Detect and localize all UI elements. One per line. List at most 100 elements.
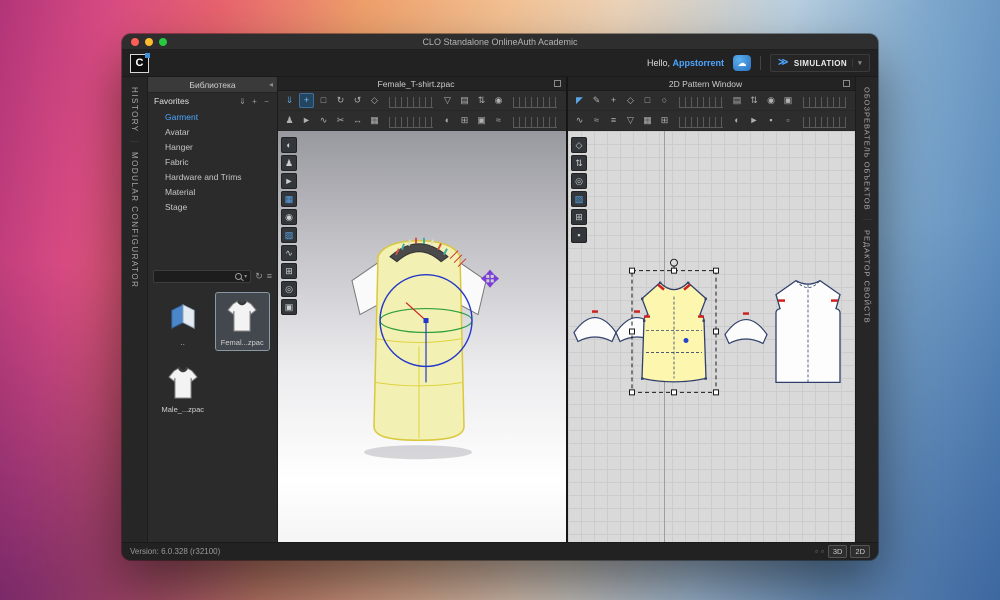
tool-dart[interactable]: ▤ (730, 93, 745, 108)
popout-icon[interactable] (843, 80, 850, 87)
tool-fold[interactable]: ▤ (457, 93, 472, 108)
toggle-stitch-icon[interactable]: ∿ (281, 245, 297, 261)
tool-colorway[interactable]: ◐ (730, 113, 745, 128)
file-male-tshirt-zpac[interactable]: Male_...zpac (156, 360, 210, 417)
tool-annotation[interactable]: ▫ (781, 113, 796, 128)
tab-3d-window[interactable]: Female_T-shirt.zpac (278, 79, 554, 89)
tool-grading[interactable]: ⊞ (657, 113, 672, 128)
tool-edit-pattern[interactable]: ✎ (589, 93, 604, 108)
toggle-pin-icon[interactable]: ◉ (281, 209, 297, 225)
tool-simulate[interactable]: ⇓ (282, 93, 297, 108)
file-parent-folder[interactable]: .. (156, 293, 210, 350)
toggle-fabric-icon[interactable]: ▨ (281, 227, 297, 243)
tool-marquee-select[interactable]: □ (316, 93, 331, 108)
3d-viewport[interactable]: ◐ ♟ ► ▦ ◉ ▨ ∿ ⊞ ◎ ▣ (278, 131, 566, 542)
tool-grid[interactable]: ⊞ (457, 113, 472, 128)
library-item-avatar[interactable]: Avatar (165, 124, 277, 139)
add-to-library-icon[interactable]: ⇓ (238, 97, 247, 106)
tool-segment-sew[interactable]: ∿ (572, 113, 587, 128)
simulation-button[interactable]: ≫ SIMULATION ▾ (770, 54, 870, 72)
library-item-garment[interactable]: Garment (165, 109, 277, 124)
tool-transform-pattern[interactable]: ◤ (572, 93, 587, 108)
tool-avatar-pose[interactable]: ♟ (282, 113, 297, 128)
toggle-avatar-icon[interactable]: ♟ (281, 155, 297, 171)
close-button[interactable] (131, 38, 139, 46)
zoom-button[interactable] (159, 38, 167, 46)
cloud-sync-button[interactable]: ☁ (733, 55, 751, 71)
tool-scissors[interactable]: ✂ (333, 113, 348, 128)
tool-notch[interactable]: ◉ (764, 93, 779, 108)
tool-circle[interactable]: ○ (657, 93, 672, 108)
tool-print-layout[interactable]: ▪ (764, 113, 779, 128)
view-3d-button[interactable]: 3D (828, 545, 848, 558)
toggle-annotation-icon[interactable]: ◎ (571, 173, 587, 189)
fullscreen-icon[interactable]: ▫ (821, 548, 824, 556)
view-mode-icon[interactable]: ≡ (267, 272, 272, 281)
toggle-texture-2d-icon[interactable]: ▨ (571, 191, 587, 207)
collapse-all-icon[interactable]: − (262, 97, 271, 106)
tool-pleat[interactable]: ▽ (623, 113, 638, 128)
tab-history[interactable]: HISTORY (130, 77, 139, 141)
tab-modular-configurator[interactable]: MODULAR CONFIGURATOR (130, 141, 139, 296)
toggle-grainline-icon[interactable]: ⇅ (571, 155, 587, 171)
tool-reset-view[interactable]: ↺ (350, 93, 365, 108)
tool-select-move[interactable]: + (299, 93, 314, 108)
toggle-lock-2d-icon[interactable]: ▪ (571, 227, 587, 243)
panel-layout-icon[interactable]: ▫ (815, 548, 818, 556)
tool-rectangle[interactable]: □ (640, 93, 655, 108)
toggle-pattern-outline-icon[interactable]: ◇ (571, 137, 587, 153)
tool-play[interactable]: ► (299, 113, 314, 128)
tool-sync[interactable]: ► (747, 113, 762, 128)
toggle-mesh-icon[interactable]: ▦ (281, 191, 297, 207)
2d-viewport[interactable]: ◇ ⇅ ◎ ▨ ⊞ ▪ (568, 131, 855, 542)
toggle-scene-light-icon[interactable]: ◐ (281, 137, 297, 153)
minimize-button[interactable] (145, 38, 153, 46)
tab-property-editor[interactable]: РЕДАКТОР СВОЙСТВ (863, 219, 872, 332)
tool-measure[interactable]: ↔ (350, 113, 365, 128)
ruler (513, 117, 557, 128)
toggle-grid-icon[interactable]: ⊞ (281, 263, 297, 279)
titlebar[interactable]: CLO Standalone OnlineAuth Academic (122, 34, 878, 50)
tool-baseline[interactable]: ▣ (781, 93, 796, 108)
tool-sewing[interactable]: ∿ (316, 113, 331, 128)
toggle-grid-2d-icon[interactable]: ⊞ (571, 209, 587, 225)
tool-gizmo[interactable]: ◇ (367, 93, 382, 108)
clo-logo-dot (145, 53, 150, 58)
refresh-icon[interactable]: ↻ (255, 272, 263, 281)
library-item-stage[interactable]: Stage (165, 199, 277, 214)
tool-move-updown[interactable]: ⇅ (474, 93, 489, 108)
tool-trace[interactable]: ⇅ (747, 93, 762, 108)
toggle-arrangement-icon[interactable]: ► (281, 173, 297, 189)
library-item-favorites[interactable]: Favorites (154, 96, 189, 106)
tool-flatten[interactable]: ▦ (367, 113, 382, 128)
search-filter-caret-icon[interactable]: ▾ (244, 273, 247, 280)
tool-wind[interactable]: ≈ (491, 113, 506, 128)
tool-layer[interactable]: ▣ (474, 113, 489, 128)
tool-polygon[interactable]: ◇ (623, 93, 638, 108)
pattern-back (776, 281, 840, 383)
tool-texture[interactable]: ▦ (640, 113, 655, 128)
tool-render[interactable]: ◐ (440, 113, 455, 128)
view-2d-button[interactable]: 2D (850, 545, 870, 558)
library-item-hanger[interactable]: Hanger (165, 139, 277, 154)
toggle-world-icon[interactable]: ◎ (281, 281, 297, 297)
tool-seam-list[interactable]: ≡ (606, 113, 621, 128)
popout-icon[interactable] (554, 80, 561, 87)
tool-focus[interactable]: ◉ (491, 93, 506, 108)
toggle-layer-icon[interactable]: ▣ (281, 299, 297, 315)
tab-2d-window[interactable]: 2D Pattern Window (568, 79, 843, 89)
add-folder-icon[interactable]: + (250, 97, 259, 106)
tool-add-point[interactable]: + (606, 93, 621, 108)
username-link[interactable]: Appstorrent (673, 58, 725, 68)
tool-free-sew[interactable]: ≈ (589, 113, 604, 128)
tool-rotate-view[interactable]: ↻ (333, 93, 348, 108)
tab-object-browser[interactable]: ОБОЗРЕВАТЕЛЬ ОБЪЕКТОВ (863, 77, 872, 219)
library-item-material[interactable]: Material (165, 184, 277, 199)
desktop-background: CLO Standalone OnlineAuth Academic C Hel… (0, 0, 1000, 600)
file-female-tshirt-zpac[interactable]: Femal...zpac (216, 293, 270, 350)
pin-icon[interactable]: ◂ (269, 80, 273, 89)
tool-pin[interactable]: ▽ (440, 93, 455, 108)
library-item-fabric[interactable]: Fabric (165, 154, 277, 169)
library-item-hardware-and-trims[interactable]: Hardware and Trims (165, 169, 277, 184)
library-search-input[interactable]: ▾ (153, 270, 251, 283)
